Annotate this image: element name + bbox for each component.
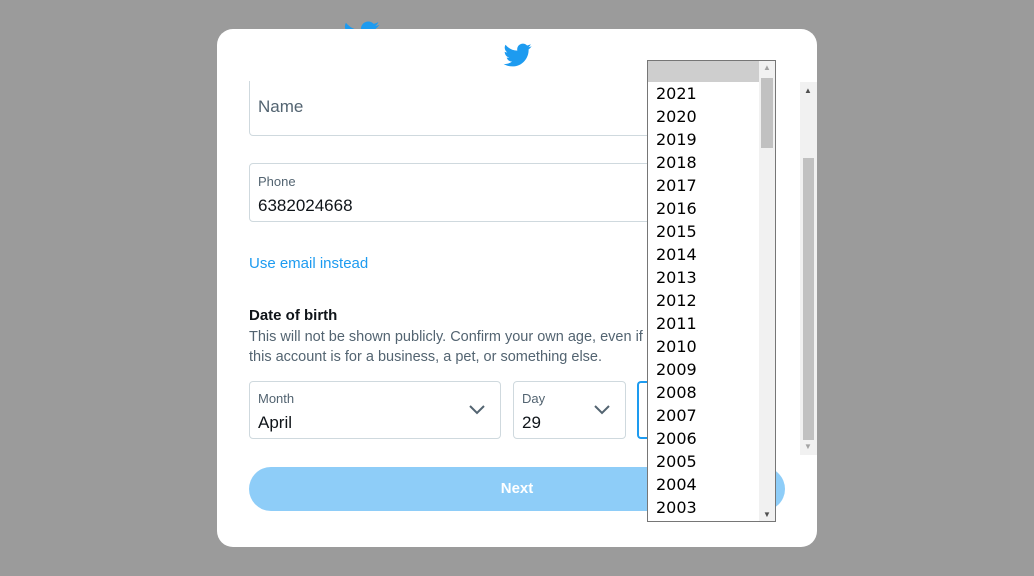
- twitter-bird-icon: [503, 41, 533, 69]
- year-options: 2021 2020 2019 2018 2017 2016 2015 2014 2013 2012…: [648, 61, 759, 519]
- year-option[interactable]: 2011: [648, 312, 759, 335]
- year-dropdown-list[interactable]: 2021 2020 2019 2018 2017 2016 2015 2014 2013 2012…: [647, 60, 776, 522]
- dropdown-scrollbar[interactable]: ▲ ▼: [759, 61, 775, 521]
- scrollbar-thumb[interactable]: [761, 78, 773, 148]
- year-option[interactable]: 2014: [648, 243, 759, 266]
- name-field[interactable]: Name: [249, 81, 669, 136]
- month-label: Month: [258, 391, 295, 406]
- month-value: April: [258, 413, 293, 432]
- day-label: Day: [522, 391, 546, 406]
- year-option[interactable]: 2017: [648, 174, 759, 197]
- year-option[interactable]: 2013: [648, 266, 759, 289]
- year-option[interactable]: 2012: [648, 289, 759, 312]
- phone-field[interactable]: Phone 6382024668: [249, 163, 669, 222]
- year-option[interactable]: 2018: [648, 151, 759, 174]
- year-option[interactable]: 2005: [648, 450, 759, 473]
- scroll-up-arrow-icon[interactable]: ▲: [804, 86, 812, 95]
- year-option[interactable]: 2015: [648, 220, 759, 243]
- year-option[interactable]: 2006: [648, 427, 759, 450]
- phone-value: 6382024668: [258, 196, 353, 215]
- year-option[interactable]: 2007: [648, 404, 759, 427]
- scroll-up-arrow-icon[interactable]: ▲: [763, 63, 771, 72]
- year-option[interactable]: 2003: [648, 496, 759, 519]
- year-option[interactable]: 2004: [648, 473, 759, 496]
- day-select[interactable]: Day 29: [513, 381, 626, 439]
- modal-scrollbar[interactable]: ▲ ▼: [800, 82, 817, 455]
- year-option[interactable]: 2020: [648, 105, 759, 128]
- year-option-empty[interactable]: [648, 61, 759, 82]
- day-value: 29: [522, 413, 541, 432]
- chevron-down-icon: [469, 405, 485, 415]
- year-option[interactable]: 2010: [648, 335, 759, 358]
- name-placeholder: Name: [258, 97, 304, 116]
- year-option[interactable]: 2021: [648, 82, 759, 105]
- year-option[interactable]: 2009: [648, 358, 759, 381]
- chevron-down-icon: [594, 405, 610, 415]
- scrollbar-thumb[interactable]: [803, 158, 814, 440]
- scroll-down-arrow-icon[interactable]: ▼: [804, 442, 812, 451]
- dob-description: This will not be shown publicly. Confirm…: [249, 329, 643, 365]
- use-email-link[interactable]: Use email instead: [249, 255, 368, 272]
- scroll-down-arrow-icon[interactable]: ▼: [763, 510, 771, 519]
- year-option[interactable]: 2008: [648, 381, 759, 404]
- dob-title: Date of birth: [249, 307, 338, 324]
- month-select[interactable]: Month April: [249, 381, 501, 439]
- year-option[interactable]: 2019: [648, 128, 759, 151]
- phone-label: Phone: [258, 174, 296, 189]
- year-option[interactable]: 2016: [648, 197, 759, 220]
